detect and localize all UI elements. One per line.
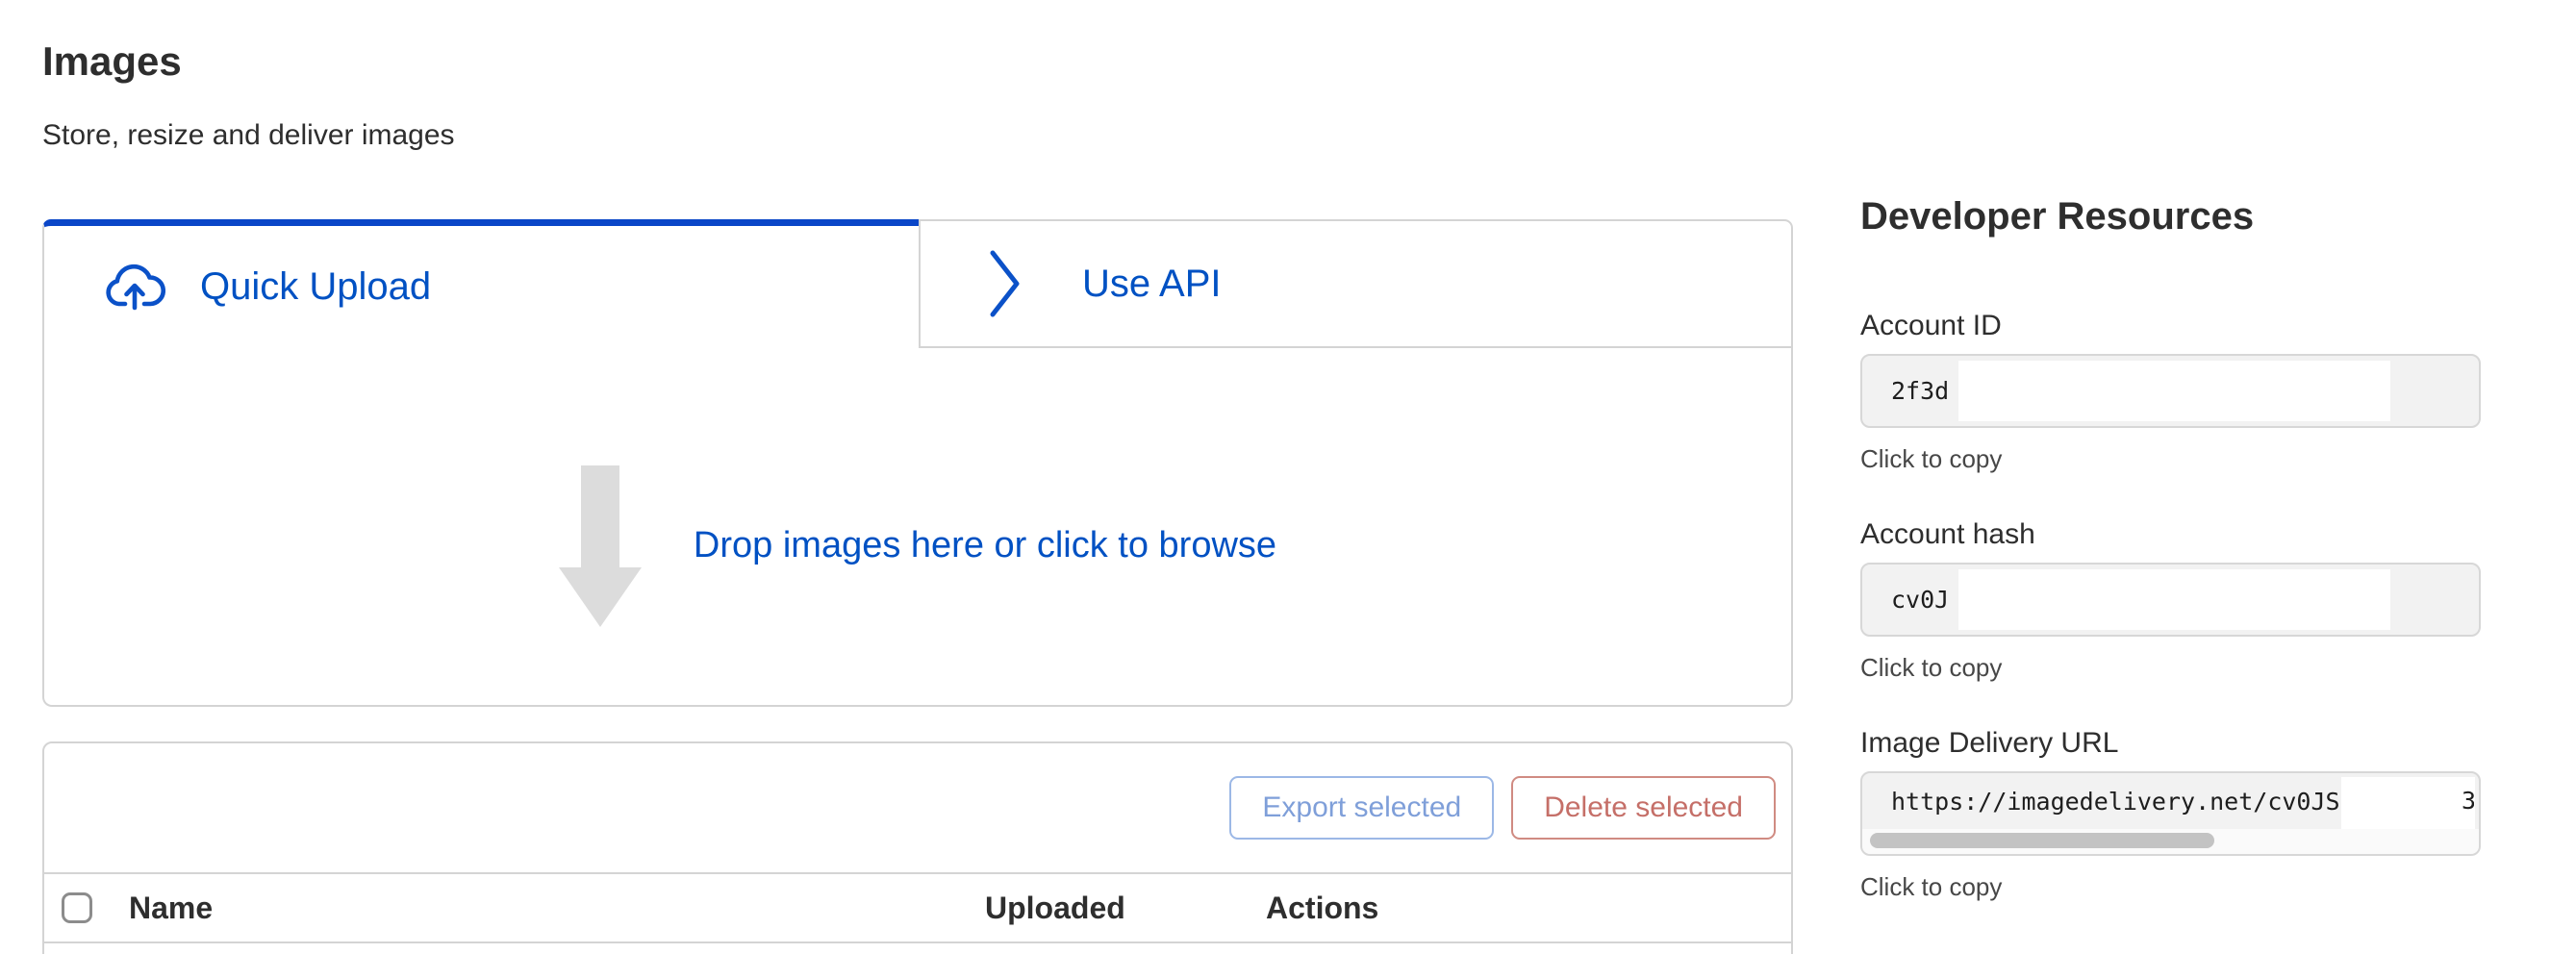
redaction-overlay: [1958, 569, 2390, 630]
page: Images Store, resize and deliver images …: [0, 0, 2576, 954]
image-delivery-url-partial-char: 3: [2462, 787, 2474, 815]
image-delivery-url-text-row: https://imagedelivery.net/cv0JSj 3: [1862, 773, 2479, 829]
list-actions-row: Export selected Delete selected: [44, 743, 1791, 872]
account-id-value: 2f3d: [1891, 377, 1949, 405]
developer-resources-panel: Developer Resources Account ID 2f3d Clic…: [1860, 0, 2481, 954]
account-hash-field: Account hash cv0J Click to copy: [1860, 516, 2481, 683]
horizontal-scrollbar: [1862, 829, 2479, 854]
account-id-helper: Click to copy: [1860, 443, 2481, 474]
column-header-name: Name: [129, 891, 985, 926]
image-delivery-url-helper: Click to copy: [1860, 871, 2481, 902]
image-delivery-url-label: Image Delivery URL: [1860, 725, 2481, 762]
image-table-header: Name Uploaded Actions: [44, 872, 1791, 943]
page-subtitle: Store, resize and deliver images: [42, 117, 1793, 154]
account-hash-value-box[interactable]: cv0J: [1860, 563, 2481, 637]
horizontal-scrollbar-thumb[interactable]: [1870, 833, 2214, 848]
delete-selected-button[interactable]: Delete selected: [1511, 776, 1776, 840]
tab-quick-upload[interactable]: Quick Upload: [42, 219, 919, 348]
redaction-overlay: [1958, 361, 2390, 421]
chevron-right-icon: [988, 245, 1023, 322]
image-delivery-url-value: https://imagedelivery.net/cv0JSj: [1891, 788, 2355, 816]
tab-quick-upload-label: Quick Upload: [200, 265, 431, 309]
redaction-overlay: [2341, 777, 2475, 829]
export-selected-button[interactable]: Export selected: [1229, 776, 1494, 840]
account-id-field: Account ID 2f3d Click to copy: [1860, 308, 2481, 474]
image-list-panel: Export selected Delete selected Name Upl…: [42, 741, 1793, 954]
image-dropzone[interactable]: Drop images here or click to browse: [42, 348, 1793, 707]
column-header-actions: Actions: [1266, 891, 1378, 926]
account-id-value-box[interactable]: 2f3d: [1860, 354, 2481, 428]
account-hash-value: cv0J: [1891, 586, 1949, 614]
image-delivery-url-field: Image Delivery URL https://imagedelivery…: [1860, 725, 2481, 902]
select-all-checkbox[interactable]: [62, 892, 92, 923]
arrow-down-icon: [559, 465, 642, 627]
column-header-uploaded: Uploaded: [985, 891, 1266, 926]
account-id-label: Account ID: [1860, 308, 2481, 344]
developer-resources-title: Developer Resources: [1860, 192, 2481, 240]
page-title: Images: [42, 37, 1793, 87]
tab-use-api[interactable]: Use API: [919, 219, 1793, 348]
image-delivery-url-value-box[interactable]: https://imagedelivery.net/cv0JSj 3: [1860, 771, 2481, 856]
upload-tabs: Quick Upload Use API: [42, 219, 1793, 348]
images-section: Images Store, resize and deliver images …: [42, 0, 1793, 954]
tab-use-api-label: Use API: [1082, 263, 1222, 306]
account-hash-helper: Click to copy: [1860, 652, 2481, 683]
account-hash-label: Account hash: [1860, 516, 2481, 553]
dropzone-label: Drop images here or click to browse: [694, 525, 1276, 566]
cloud-upload-icon: [104, 264, 165, 312]
